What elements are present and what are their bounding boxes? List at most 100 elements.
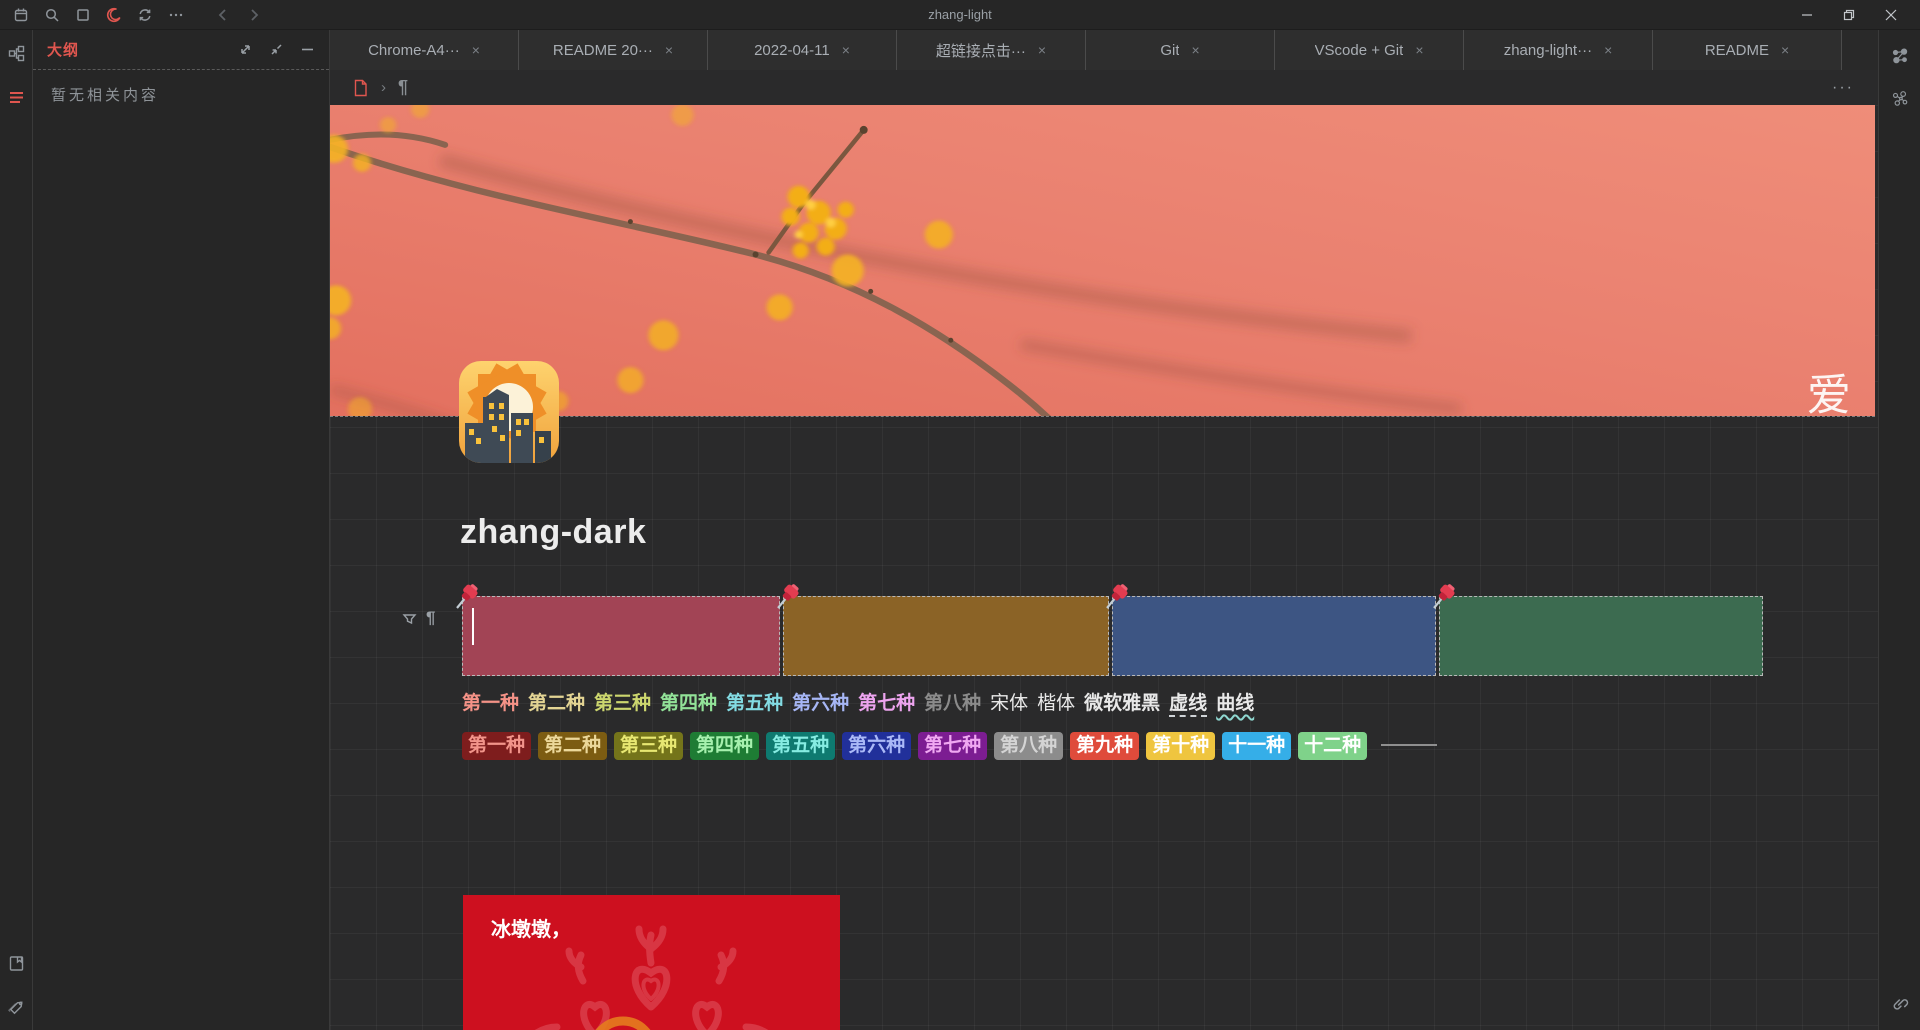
titlebar: zhang-light (0, 0, 1920, 30)
tab-label: README (1704, 41, 1769, 59)
bing-dwen-dwen-card[interactable]: 冰墩墩， (463, 895, 840, 1030)
font-sample: 微软雅黑 (1084, 693, 1161, 714)
document-title[interactable]: zhang-dark (460, 513, 646, 552)
collapse-icon[interactable] (269, 42, 284, 57)
color-block[interactable] (777, 584, 1109, 676)
pushpin-icon (453, 581, 483, 616)
font-sample: 第七种 (858, 693, 916, 714)
back-icon[interactable] (214, 6, 232, 24)
highlight-sample: 第一种 (462, 732, 532, 760)
tab-close-icon[interactable]: × (1038, 42, 1046, 58)
document-icon[interactable] (352, 79, 369, 97)
block-filter-icon[interactable] (402, 611, 417, 626)
tab-close-icon[interactable]: × (665, 42, 673, 58)
pushpin-icon (774, 581, 804, 616)
document-tab[interactable]: README 20··· × (519, 30, 708, 70)
highlight-sample: 第七种 (918, 732, 988, 760)
document-tab[interactable]: Chrome-A4··· × (330, 30, 519, 70)
font-sample: 第一种 (462, 693, 520, 714)
font-sample-row[interactable]: 第一种 第二种 第三种 第四种 第五种 第六种 第七种 第八种 宋体 楷体 微软雅黑 虚线 曲线 (462, 688, 1263, 717)
tab-close-icon[interactable]: × (1191, 42, 1199, 58)
tab-label: zhang-light··· (1503, 41, 1593, 59)
breadcrumb-more-icon[interactable]: ··· (1832, 79, 1854, 97)
block-gutter: ¶ (402, 608, 435, 628)
backlink-icon[interactable] (1891, 994, 1909, 1012)
theme-moon-icon[interactable] (105, 6, 123, 24)
font-sample: 虚线 (1169, 693, 1208, 717)
highlight-sample: 第四种 (690, 732, 760, 760)
document-tab[interactable]: Git × (1086, 30, 1275, 70)
close-icon[interactable] (1870, 1, 1912, 29)
pushpin-icon (1103, 581, 1133, 616)
tabbar-spacer (1842, 30, 1878, 70)
tab-close-icon[interactable]: × (1415, 42, 1423, 58)
outline-panel-title: 大纲 (47, 42, 80, 59)
highlight-sample: 第六种 (842, 732, 912, 760)
tab-close-icon[interactable]: × (1604, 42, 1612, 58)
left-dock (0, 30, 33, 1030)
color-blocks-row (456, 584, 1763, 676)
tab-close-icon[interactable]: × (1781, 42, 1789, 58)
minimize-icon[interactable] (1786, 1, 1828, 29)
tab-label: 2022-04-11 (754, 41, 830, 59)
editor-canvas[interactable]: 爱 zhang-dark ¶ 第一种 第二种 第三种 第四种 第五种 第六种 第… (330, 105, 1878, 1030)
min-panel-icon[interactable] (300, 42, 315, 57)
font-sample: 第三种 (594, 693, 652, 714)
window-controls (1786, 1, 1912, 29)
file-tree-icon[interactable] (7, 44, 25, 62)
document-tab[interactable]: VScode + Git × (1275, 30, 1464, 70)
window-title: zhang-light (928, 7, 992, 22)
font-sample: 第四种 (660, 693, 718, 714)
graph-icon[interactable] (1891, 48, 1909, 66)
highlight-sample: 第三种 (614, 732, 684, 760)
hero-image[interactable]: 爱 (330, 105, 1875, 417)
search-icon[interactable] (43, 6, 61, 24)
tab-label: README 20··· (552, 41, 653, 59)
highlight-sample: 十二种 (1298, 732, 1368, 760)
font-sample: 曲线 (1216, 693, 1255, 714)
expand-icon[interactable] (238, 42, 253, 57)
font-sample: 第二种 (528, 693, 586, 714)
titlebar-toolbar (8, 6, 263, 24)
tag-icon[interactable] (7, 998, 25, 1016)
outline-icon[interactable] (7, 88, 25, 106)
highlight-sample: 第十种 (1146, 732, 1216, 760)
tab-label: VScode + Git (1314, 41, 1404, 59)
frame-icon[interactable] (74, 6, 92, 24)
highlight-sample-row[interactable]: 第一种 第二种 第三种 第四种 第五种 第六种 第七种 第八种 第九种 第十种 十一种 十二种 (462, 732, 1438, 760)
tab-label: Git (1160, 41, 1180, 59)
highlight-sample: 第五种 (766, 732, 836, 760)
tab-close-icon[interactable]: × (842, 42, 850, 58)
empty-underline (1381, 744, 1438, 746)
outline-panel: 大纲 暂无相关内容 (33, 30, 330, 1030)
sunset-over-buildings-emoji[interactable] (457, 359, 561, 465)
tab-close-icon[interactable]: × (472, 42, 480, 58)
font-sample: 第八种 (924, 693, 982, 714)
calendar-icon[interactable] (12, 6, 30, 24)
document-tab[interactable]: README × (1653, 30, 1842, 70)
paragraph-gutter-icon[interactable]: ¶ (426, 608, 435, 628)
color-block[interactable] (1106, 584, 1436, 676)
font-sample: 楷体 (1037, 692, 1076, 714)
tab-bar: Chrome-A4··· × README 20··· × 2022-04-11… (330, 30, 1878, 70)
breadcrumb: › ¶ ··· (330, 70, 1878, 105)
more-icon[interactable] (167, 6, 185, 24)
color-block[interactable] (456, 584, 780, 676)
document-tab[interactable]: 2022-04-11 × (708, 30, 897, 70)
outline-empty-text: 暂无相关内容 (51, 87, 160, 104)
highlight-sample: 第二种 (538, 732, 608, 760)
bookmark-icon[interactable] (7, 954, 25, 972)
font-sample: 第五种 (726, 693, 784, 714)
hero-caption-char: 爱 (1807, 370, 1851, 416)
sync-icon[interactable] (136, 6, 154, 24)
color-block[interactable] (1433, 584, 1763, 676)
forward-icon[interactable] (245, 6, 263, 24)
breadcrumb-pilcrow[interactable]: ¶ (398, 77, 408, 98)
breadcrumb-separator: › (381, 79, 386, 96)
document-tab[interactable]: zhang-light··· × (1464, 30, 1653, 70)
global-graph-icon[interactable] (1891, 90, 1909, 108)
highlight-sample: 第八种 (994, 732, 1064, 760)
restore-icon[interactable] (1828, 1, 1870, 29)
document-tab[interactable]: 超链接点击··· × (897, 30, 1086, 70)
right-dock (1878, 30, 1920, 1030)
